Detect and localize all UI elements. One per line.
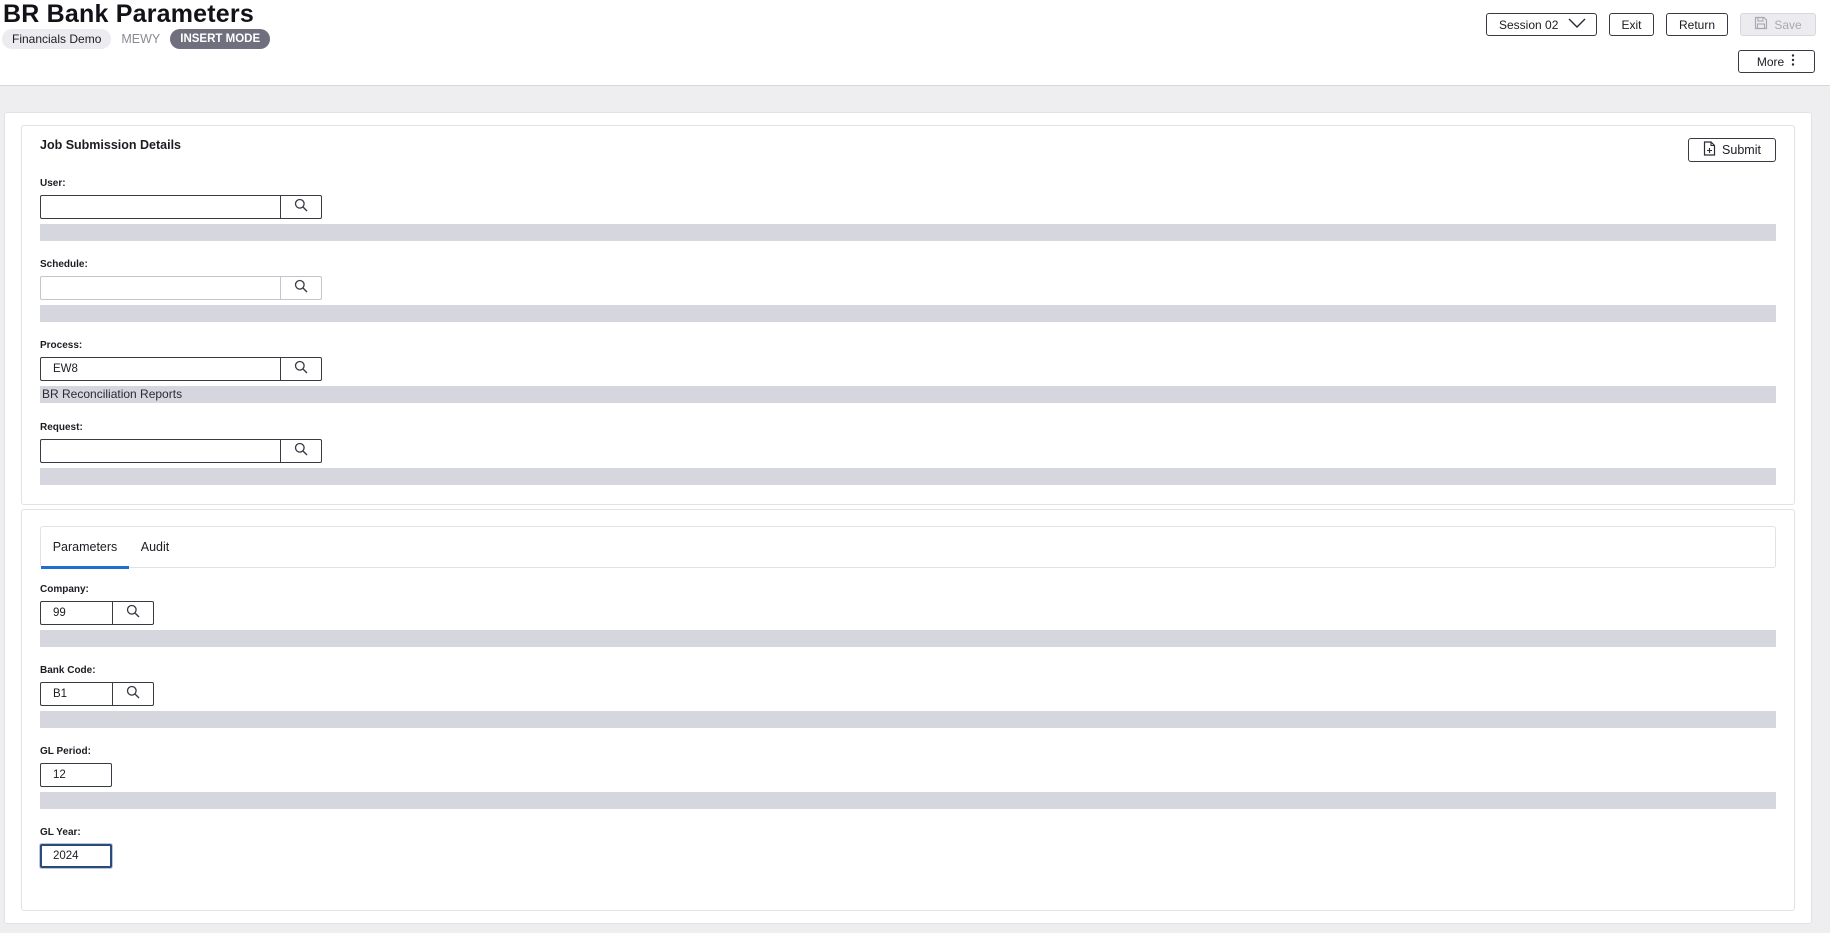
schedule-field[interactable] xyxy=(40,276,280,300)
request-label: Request: xyxy=(40,422,83,433)
vertical-ellipsis-icon xyxy=(1790,53,1796,70)
company-lookup: 99 xyxy=(40,601,154,625)
process-search-button[interactable] xyxy=(280,357,322,381)
user-search-button[interactable] xyxy=(280,195,322,219)
company-field[interactable]: 99 xyxy=(40,601,112,625)
process-description: BR Reconciliation Reports xyxy=(40,386,1776,403)
search-icon xyxy=(294,279,308,298)
user-label: User: xyxy=(40,178,66,189)
search-icon xyxy=(126,685,140,704)
request-lookup xyxy=(40,439,322,463)
job-submission-section: Job Submission Details Submit User: Sche… xyxy=(21,125,1795,505)
chevron-down-icon xyxy=(1568,18,1586,32)
process-label: Process: xyxy=(40,340,83,351)
gl-period-description xyxy=(40,792,1776,809)
bank-code-description xyxy=(40,711,1776,728)
page-title: BR Bank Parameters xyxy=(3,0,254,28)
bank-code-lookup: B1 xyxy=(40,682,154,706)
bank-code-field[interactable]: B1 xyxy=(40,682,112,706)
company-search-button[interactable] xyxy=(112,601,154,625)
submit-button[interactable]: Submit xyxy=(1688,138,1776,162)
company-description xyxy=(40,630,1776,647)
bank-code-label: Bank Code: xyxy=(40,665,96,676)
more-button[interactable]: More xyxy=(1738,50,1815,73)
request-description xyxy=(40,468,1776,485)
floppy-disk-icon xyxy=(1754,16,1768,33)
search-icon xyxy=(126,604,140,623)
session-label: Session 02 xyxy=(1499,17,1559,32)
app-header: BR Bank Parameters Financials Demo MEWY … xyxy=(0,0,1830,86)
process-field[interactable]: EW8 xyxy=(40,357,280,381)
company-label: Company: xyxy=(40,584,89,595)
parameters-section: Parameters Audit Company: 99 Bank Code: … xyxy=(21,509,1795,911)
program-code: MEWY xyxy=(121,32,161,46)
session-dropdown[interactable]: Session 02 xyxy=(1486,13,1597,36)
schedule-search-button[interactable] xyxy=(280,276,322,300)
gl-period-label: GL Period: xyxy=(40,746,91,757)
main-content: Job Submission Details Submit User: Sche… xyxy=(4,112,1812,924)
process-lookup: EW8 xyxy=(40,357,322,381)
search-icon xyxy=(294,360,308,379)
return-button[interactable]: Return xyxy=(1666,13,1728,36)
request-search-button[interactable] xyxy=(280,439,322,463)
bank-code-search-button[interactable] xyxy=(112,682,154,706)
document-icon xyxy=(1703,141,1716,159)
schedule-label: Schedule: xyxy=(40,259,88,270)
environment-badge: Financials Demo xyxy=(2,29,112,49)
schedule-description xyxy=(40,305,1776,322)
gl-year-field[interactable]: 2024 xyxy=(40,844,112,868)
user-field[interactable] xyxy=(40,195,280,219)
mode-badge: INSERT MODE xyxy=(170,29,271,49)
exit-button[interactable]: Exit xyxy=(1609,13,1654,36)
search-icon xyxy=(294,442,308,461)
section-title: Job Submission Details xyxy=(40,138,182,152)
request-field[interactable] xyxy=(40,439,280,463)
submit-label: Submit xyxy=(1722,143,1761,157)
more-label: More xyxy=(1756,54,1785,69)
schedule-lookup xyxy=(40,276,322,300)
user-lookup xyxy=(40,195,322,219)
search-icon xyxy=(294,198,308,217)
tab-bar: Parameters Audit xyxy=(40,526,1776,569)
tab-audit[interactable]: Audit xyxy=(129,527,181,569)
save-button[interactable]: Save xyxy=(1740,13,1816,36)
tab-parameters[interactable]: Parameters xyxy=(41,527,129,569)
save-label: Save xyxy=(1774,17,1802,32)
gl-period-field[interactable]: 12 xyxy=(40,763,112,787)
gl-year-label: GL Year: xyxy=(40,827,81,838)
user-description xyxy=(40,224,1776,241)
context-chips: Financials Demo MEWY INSERT MODE xyxy=(2,29,271,49)
